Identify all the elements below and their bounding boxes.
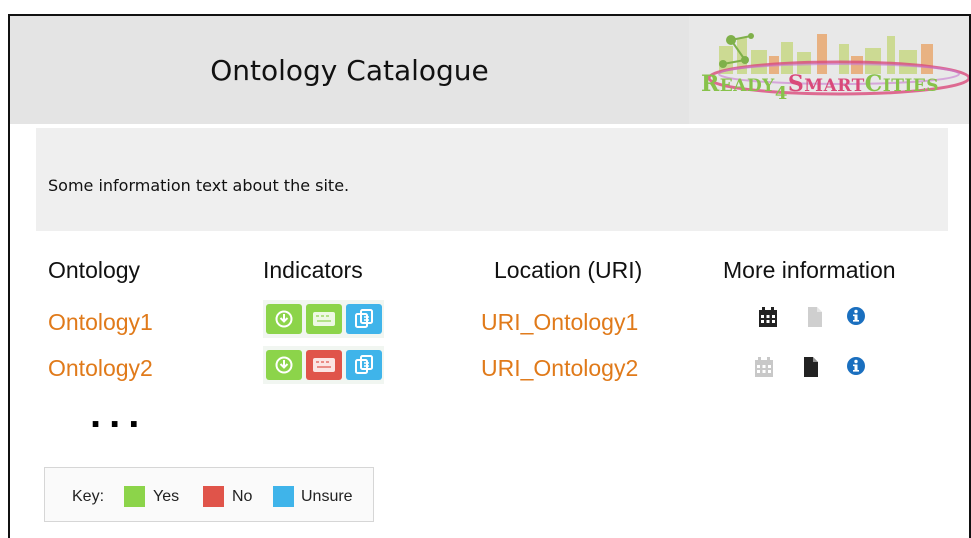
- logo-letter: S: [787, 71, 805, 97]
- logo-letter: 4: [774, 83, 788, 104]
- ontology-link[interactable]: Ontology2: [48, 355, 153, 382]
- unsure-swatch: [273, 486, 294, 507]
- info-text: Some information text about the site.: [48, 176, 350, 195]
- calendar-icon[interactable]: [754, 356, 774, 378]
- key-unsure-label: Unsure: [301, 488, 353, 505]
- page-title: Ontology Catalogue: [210, 53, 489, 87]
- documentation-indicator-icon: [306, 304, 342, 334]
- key-label: Key:: [72, 488, 105, 505]
- legend-key: Key: Yes No Unsure: [44, 467, 374, 522]
- skyline-icon: [707, 33, 969, 96]
- uri-link[interactable]: URI_Ontology1: [481, 309, 638, 336]
- document-icon[interactable]: [806, 306, 826, 328]
- logo-letter: MART: [804, 76, 865, 96]
- logo-wordmark: READY4SMARTCITIES: [701, 71, 963, 104]
- download-indicator-icon: [266, 350, 302, 380]
- logo-letter: C: [864, 71, 883, 97]
- no-swatch: [203, 486, 224, 507]
- documentation-indicator-icon: [306, 350, 342, 380]
- logo-letter: R: [701, 71, 720, 97]
- site-logo[interactable]: READY4SMARTCITIES: [689, 16, 969, 124]
- more-rows-ellipsis: ...: [90, 392, 148, 436]
- column-header-location: Location (URI): [494, 257, 643, 283]
- column-header-ontology: Ontology: [48, 257, 141, 283]
- download-indicator-icon: [266, 304, 302, 334]
- info-icon[interactable]: [846, 306, 866, 328]
- ontology-link[interactable]: Ontology1: [48, 309, 153, 336]
- column-header-indicators: Indicators: [263, 257, 363, 283]
- yes-swatch: [124, 486, 145, 507]
- key-yes-label: Yes: [153, 488, 180, 505]
- copy-indicator-icon: [346, 304, 382, 334]
- info-panel: Some information text about the site.: [36, 128, 948, 231]
- document-icon[interactable]: [802, 356, 822, 378]
- calendar-icon[interactable]: [758, 306, 778, 328]
- uri-link[interactable]: URI_Ontology2: [481, 355, 638, 382]
- key-no-label: No: [232, 488, 253, 505]
- logo-letter: ITIES: [882, 76, 940, 96]
- logo-letter: EADY: [719, 76, 775, 96]
- info-icon[interactable]: [846, 356, 866, 378]
- header-bar: Ontology Catalogue: [10, 16, 689, 124]
- column-header-more-info: More information: [723, 257, 896, 283]
- copy-indicator-icon: [346, 350, 382, 380]
